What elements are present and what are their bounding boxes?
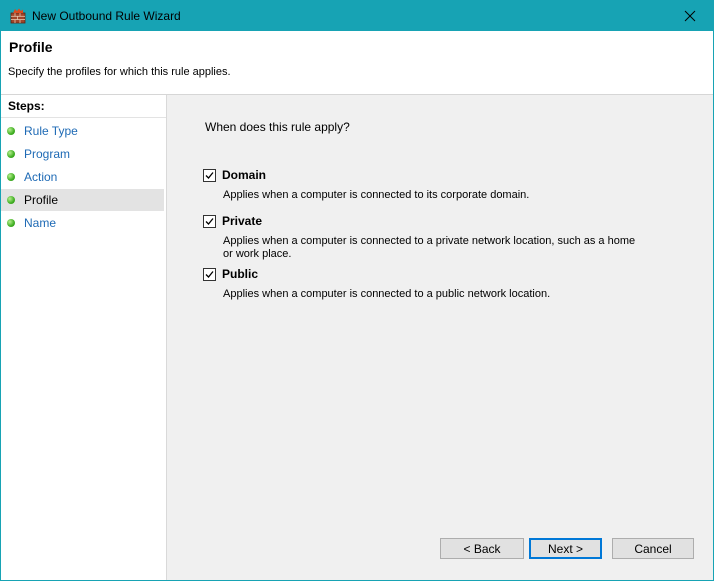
wizard-header: Profile Specify the profiles for which t… <box>1 31 713 95</box>
steps-panel: Steps: Rule Type Program Action Profile … <box>1 95 167 580</box>
step-label: Name <box>24 216 57 230</box>
wizard-window: New Outbound Rule Wizard Profile Specify… <box>0 0 714 581</box>
firewall-brick-icon <box>10 8 26 24</box>
domain-label[interactable]: Domain <box>222 168 266 182</box>
close-icon <box>684 10 696 22</box>
description-line: or work place. <box>223 248 292 260</box>
window-title: New Outbound Rule Wizard <box>32 9 181 23</box>
domain-checkbox[interactable] <box>203 169 216 182</box>
question-text: When does this rule apply? <box>205 120 350 134</box>
close-button[interactable] <box>667 1 713 31</box>
private-checkbox[interactable] <box>203 215 216 228</box>
checkmark-icon <box>205 218 214 225</box>
domain-description: Applies when a computer is connected to … <box>223 189 529 202</box>
description-line: Applies when a computer is connected to … <box>223 189 530 201</box>
back-button[interactable]: < Back <box>440 538 524 559</box>
public-checkbox[interactable] <box>203 268 216 281</box>
checkmark-icon <box>205 271 214 278</box>
steps-heading: Steps: <box>1 95 166 118</box>
green-dot-icon <box>7 219 15 227</box>
step-label: Rule Type <box>24 124 78 138</box>
page-description: Specify the profiles for which this rule… <box>8 66 231 78</box>
step-label: Action <box>24 170 58 184</box>
checkmark-icon <box>205 172 214 179</box>
green-dot-icon <box>7 173 15 181</box>
content-panel: When does this rule apply? Domain Applie… <box>167 95 713 580</box>
steps-heading-label: Steps: <box>8 99 45 113</box>
description-line: Applies when a computer is connected to … <box>223 288 551 300</box>
step-rule-type[interactable]: Rule Type <box>1 120 164 142</box>
page-title: Profile <box>9 39 53 55</box>
private-description: Applies when a computer is connected to … <box>223 235 635 261</box>
private-label[interactable]: Private <box>222 214 262 228</box>
green-dot-icon <box>7 150 15 158</box>
public-description: Applies when a computer is connected to … <box>223 288 550 301</box>
green-dot-icon <box>7 196 15 204</box>
cancel-button[interactable]: Cancel <box>612 538 694 559</box>
public-label[interactable]: Public <box>222 267 258 281</box>
step-action[interactable]: Action <box>1 166 164 188</box>
title-bar[interactable]: New Outbound Rule Wizard <box>1 1 713 31</box>
green-dot-icon <box>7 127 15 135</box>
step-label: Profile <box>24 193 59 207</box>
step-label: Program <box>24 147 71 161</box>
step-name[interactable]: Name <box>1 212 164 234</box>
description-line: Applies when a computer is connected to … <box>223 235 636 247</box>
step-profile[interactable]: Profile <box>1 189 164 211</box>
next-button[interactable]: Next > <box>529 538 602 559</box>
step-program[interactable]: Program <box>1 143 164 165</box>
